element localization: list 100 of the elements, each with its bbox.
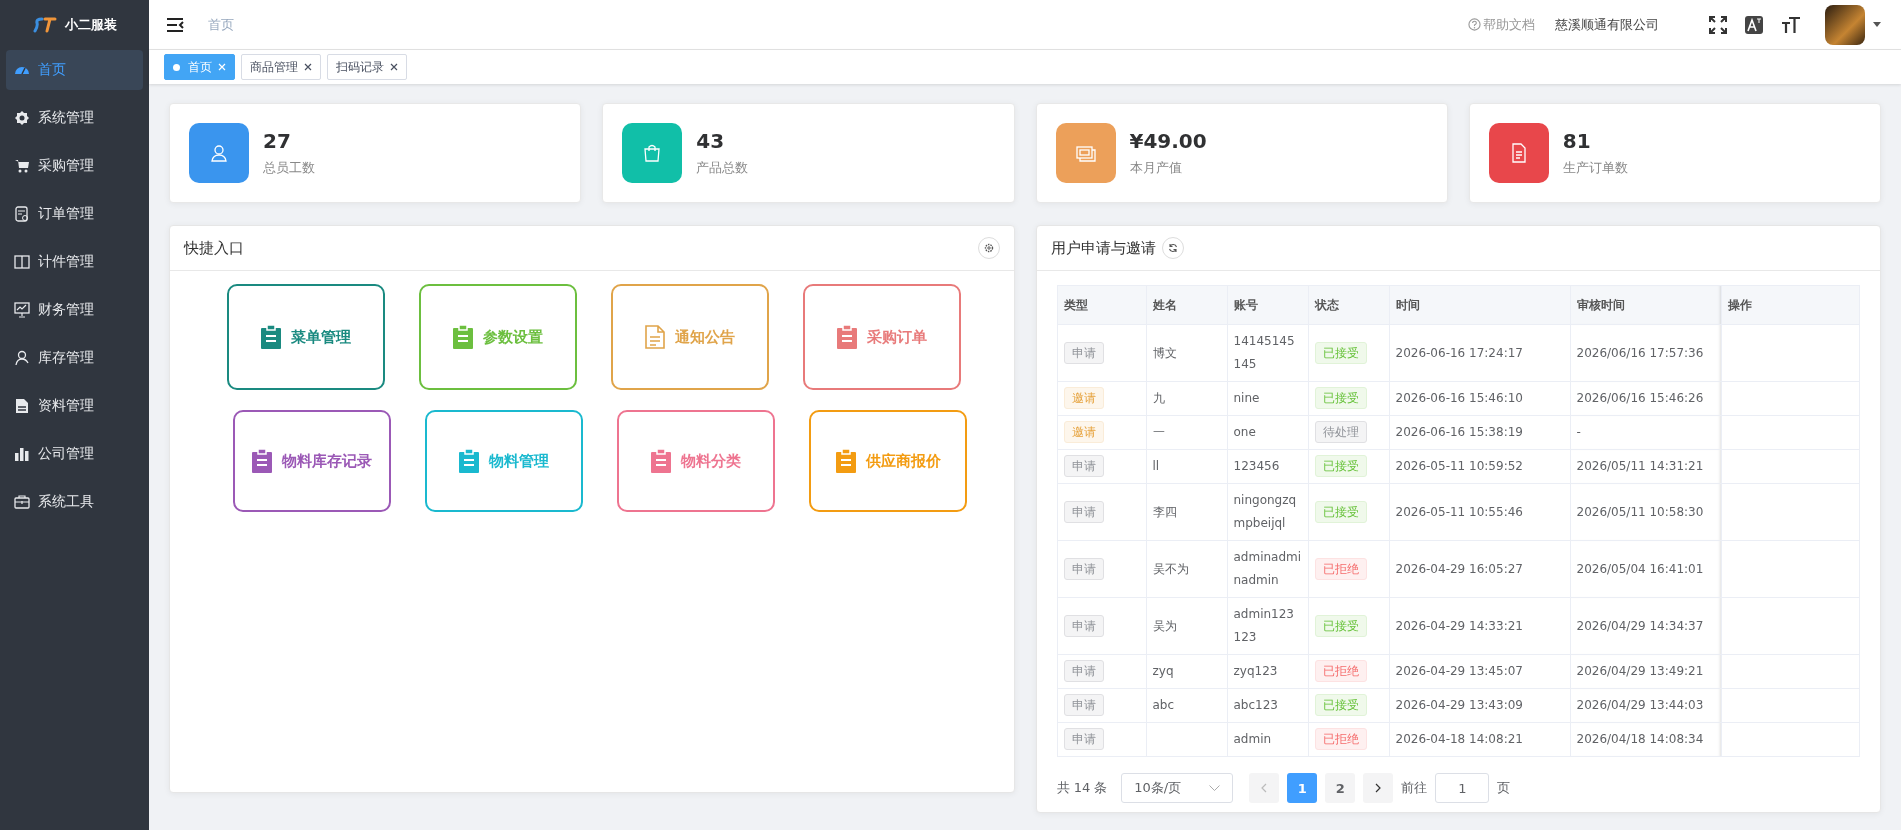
type-tag: 申请: [1063, 728, 1104, 750]
column-header: 操作: [1721, 285, 1860, 325]
table-cell: 2026/04/29 14:34:37: [1576, 618, 1704, 633]
toolbox-icon: [14, 494, 30, 510]
cart-icon: [14, 158, 30, 174]
status-tag: 已接受: [1314, 614, 1367, 637]
bar-chart-icon: [14, 446, 30, 462]
column-header: 类型: [1057, 285, 1146, 325]
avatar-photo-placeholder[interactable]: [1825, 4, 1865, 45]
close-icon[interactable]: [304, 63, 312, 71]
type-tag: 申请: [1063, 557, 1104, 580]
status-tag: 已拒绝: [1314, 557, 1367, 580]
table-cell: 一: [1152, 425, 1165, 439]
clipboard-icon: [453, 325, 473, 349]
status-tag: 已拒绝: [1314, 660, 1367, 682]
chevron-left-icon: [1261, 783, 1268, 793]
page-suffix: 页: [1497, 779, 1511, 797]
type-tag: 申请: [1063, 694, 1104, 716]
settings-button[interactable]: [977, 237, 1000, 259]
company-name[interactable]: 慈溪顺通有限公司: [1555, 15, 1659, 34]
chevron-right-icon: [1375, 783, 1382, 793]
page-tab[interactable]: 商品管理: [241, 54, 321, 80]
stat-label: 本月产值: [1129, 159, 1183, 177]
table-cell-text: admin123123: [1233, 606, 1295, 646]
file-icon: [14, 398, 30, 414]
translate-icon[interactable]: [1745, 15, 1763, 34]
stat-label: 生产订单数: [1562, 159, 1628, 177]
refresh-button[interactable]: [1161, 237, 1184, 259]
shortcut-button[interactable]: 物料库存记录: [233, 410, 391, 512]
status-tag: 已拒绝: [1314, 728, 1367, 750]
menu-icon[interactable]: [166, 17, 184, 32]
app-name: 小二服装: [64, 16, 117, 34]
status-tag: 已接受: [1314, 341, 1367, 364]
table-cell-text: ningongzqmpbeijql: [1233, 492, 1298, 532]
page-tab[interactable]: 扫码记录: [327, 54, 407, 80]
sidebar-item[interactable]: 首页: [6, 50, 143, 90]
type-tag: 邀请: [1063, 387, 1104, 409]
type-tag: 邀请: [1063, 421, 1104, 443]
monitor-chart-icon: [14, 302, 30, 318]
table-cell-text: abc123: [1233, 697, 1279, 714]
type-tag: 申请: [1063, 341, 1104, 364]
table-cell-text: nine: [1233, 390, 1261, 407]
sidebar-item[interactable]: 资料管理: [6, 386, 143, 426]
caret-icon[interactable]: [1873, 22, 1881, 27]
table-cell: 2026/06/16 17:57:36: [1576, 345, 1704, 360]
close-icon[interactable]: [390, 63, 398, 71]
status-tag: 已接受: [1314, 694, 1367, 716]
sidebar-item[interactable]: 采购管理: [6, 146, 143, 186]
clipboard-icon: [459, 449, 479, 473]
logo-icon: [32, 17, 57, 33]
sidebar-item[interactable]: 库存管理: [6, 338, 143, 378]
settings-icon: [983, 243, 994, 253]
column-header: 状态: [1308, 285, 1389, 325]
column-header: 审核时间: [1570, 285, 1721, 325]
table-cell: 吴为: [1152, 618, 1177, 633]
status-tag: 待处理: [1314, 421, 1367, 443]
page-size-select[interactable]: 10条/页: [1121, 773, 1234, 803]
font-size-icon[interactable]: [1781, 15, 1801, 34]
page-button[interactable]: 2: [1325, 773, 1356, 803]
help-icon: [1468, 18, 1481, 31]
table-cell: 2026-06-16 15:46:10: [1395, 391, 1523, 405]
stat-value: 81: [1562, 129, 1592, 153]
sidebar-item[interactable]: 系统管理: [6, 98, 143, 138]
table-cell: 2026-05-11 10:59:52: [1395, 459, 1523, 473]
panel-title: 快捷入口: [184, 238, 244, 258]
table-cell: 九: [1152, 391, 1165, 405]
goto-page-field[interactable]: 1: [1435, 773, 1490, 803]
panel-title: 用户申请与邀请: [1050, 238, 1156, 258]
sidebar-item[interactable]: 计件管理: [6, 242, 143, 282]
table-cell: 2026/05/11 10:58:30: [1576, 504, 1704, 519]
shortcut-button[interactable]: 菜单管理: [227, 284, 385, 390]
table-cell: 2026-04-29 13:43:09: [1395, 698, 1523, 712]
refresh-icon: [1167, 243, 1178, 253]
dot-icon: [173, 63, 180, 71]
type-tag: 申请: [1063, 660, 1104, 682]
sidebar-item[interactable]: 订单管理: [6, 194, 143, 234]
table-cell: 2026/06/16 15:46:26: [1576, 391, 1704, 405]
table-cell-text: zyq123: [1233, 663, 1279, 680]
sidebar-item[interactable]: 公司管理: [6, 434, 143, 474]
table-cell: 2026-05-11 10:55:46: [1395, 504, 1523, 519]
document-icon: [645, 325, 665, 349]
table-cell: ll: [1152, 459, 1160, 473]
type-tag: 申请: [1063, 614, 1104, 637]
clipboard-icon: [837, 325, 857, 349]
table-cell-text: 123456: [1233, 458, 1281, 475]
status-tag: 已接受: [1314, 500, 1367, 523]
sidebar-item[interactable]: 系统工具: [6, 482, 143, 522]
table-cell: 博文: [1152, 345, 1177, 360]
type-tag: 申请: [1063, 500, 1104, 523]
table-cell: 2026-04-29 13:45:07: [1395, 664, 1523, 678]
clipboard-icon: [252, 449, 272, 473]
table-cell-text: adminadminadmin: [1233, 549, 1302, 589]
table-cell: zyq: [1152, 664, 1174, 678]
table-cell-text: 14145145145: [1233, 333, 1296, 373]
table-cell: 2026/04/18 14:08:34: [1576, 732, 1704, 746]
fullscreen-icon[interactable]: [1709, 15, 1727, 34]
person-icon: [14, 350, 30, 366]
table-cell: 2026-04-29 16:05:27: [1395, 561, 1523, 576]
status-tag: 已接受: [1314, 387, 1367, 409]
sidebar-item[interactable]: 财务管理: [6, 290, 143, 330]
